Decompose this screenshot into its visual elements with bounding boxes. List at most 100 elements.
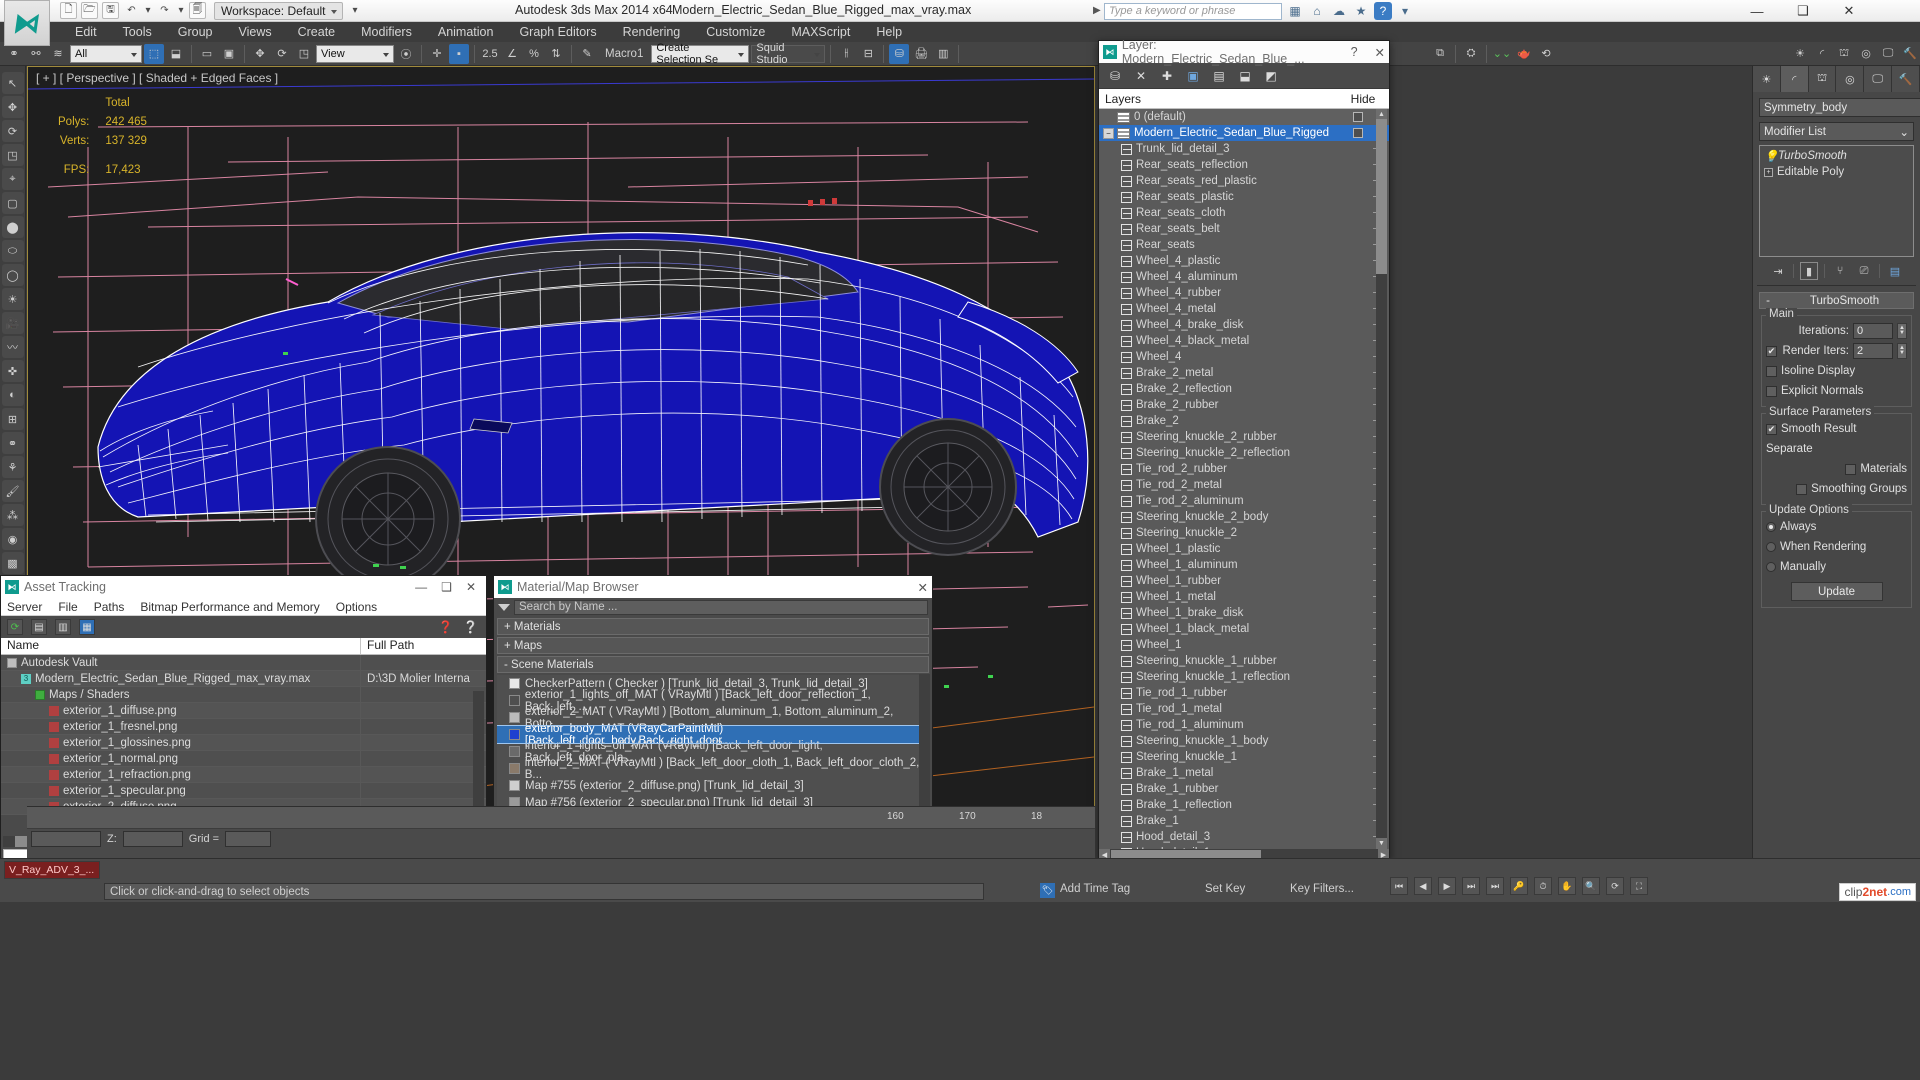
angle-snap-icon[interactable]: ∠ [502, 44, 522, 64]
material-group-header[interactable]: - Scene Materials [497, 656, 929, 673]
scroll-down-icon[interactable]: ▼ [1376, 838, 1387, 849]
material-editor-icon[interactable]: ⛭ [1461, 44, 1481, 64]
maxscript-listener-field[interactable]: V_Ray_ADV_3_... [4, 861, 100, 879]
layer-object-row[interactable]: Wheel_4_aluminum [1099, 269, 1389, 285]
grid-view-icon[interactable]: ▦ [79, 619, 95, 635]
mirror-icon[interactable]: ⫲ [836, 44, 856, 64]
z-axis-field[interactable] [122, 831, 183, 847]
layer-object-row[interactable]: Wheel_4_plastic [1099, 253, 1389, 269]
asset-menu-server[interactable]: Server [7, 600, 42, 614]
render-iterative-icon[interactable]: ⟲ [1536, 44, 1556, 64]
window-crossing-icon[interactable]: ▣ [219, 44, 239, 64]
menu-item-modifiers[interactable]: Modifiers [348, 23, 425, 41]
key-filters-button[interactable]: Key Filters... [1290, 883, 1354, 895]
squid-studio-combo[interactable]: Squid Studio [751, 42, 826, 66]
layer-object-row[interactable]: Wheel_1_rubber [1099, 573, 1389, 589]
layer-object-row[interactable]: Wheel_1_brake_disk [1099, 605, 1389, 621]
asset-table-row[interactable]: exterior_1_diffuse.png [1, 703, 486, 719]
orbit-icon[interactable]: ⟳ [1606, 877, 1624, 895]
align-icon[interactable]: ⊟ [858, 44, 878, 64]
minimize-button[interactable]: — [1734, 0, 1780, 22]
select-child-nodes-icon[interactable]: ⬓ [1237, 68, 1253, 84]
select-and-scale-icon[interactable]: ◳ [294, 44, 314, 64]
keyboard-shortcut-override-icon[interactable]: ▪ [449, 43, 469, 64]
render-iters-input[interactable]: 2 [1853, 343, 1893, 359]
collapse-icon[interactable]: − [1103, 127, 1114, 139]
object-name-input[interactable] [1759, 98, 1920, 117]
exchange-icon[interactable]: ⌂ [1308, 2, 1326, 20]
highlight-selected-icon[interactable]: ▤ [1211, 68, 1227, 84]
asset-menu-file[interactable]: File [58, 600, 77, 614]
asset-col-fullpath[interactable]: Full Path [361, 638, 486, 654]
layer-object-row[interactable]: Brake_2_reflection [1099, 381, 1389, 397]
modifier-stack[interactable]: 💡 TurboSmooth + Editable Poly [1759, 145, 1914, 257]
materials-checkbox[interactable] [1845, 463, 1857, 475]
bone-icon[interactable]: ⚭ [1, 432, 24, 454]
iterations-input[interactable]: 0 [1853, 323, 1893, 339]
remove-modifier-icon[interactable]: ⎚ [1855, 262, 1873, 280]
add-time-tag-label[interactable]: Add Time Tag [1060, 883, 1130, 895]
layer-object-row[interactable]: Tie_rod_2_rubber [1099, 461, 1389, 477]
skin-icon[interactable]: ⚘ [1, 456, 24, 478]
select-objects-icon[interactable]: ▣ [1185, 68, 1201, 84]
selection-filter-combo[interactable]: All [70, 44, 142, 63]
help-icon[interactable]: ? [1374, 2, 1392, 20]
delete-layer-icon[interactable]: ✕ [1133, 68, 1149, 84]
layer-object-row[interactable]: Tie_rod_1_metal [1099, 701, 1389, 717]
menu-item-views[interactable]: Views [225, 23, 284, 41]
asset-menu-bitmap-performance-and-memory[interactable]: Bitmap Performance and Memory [140, 600, 319, 614]
asset-table-row[interactable]: Autodesk Vault [1, 655, 486, 671]
isoline-display-checkbox[interactable] [1766, 365, 1777, 377]
render-setup-icon[interactable]: 🖨 [911, 44, 931, 64]
collapse-icon[interactable]: - [1760, 295, 1776, 307]
smooth-result-checkbox[interactable]: ✔ [1766, 423, 1777, 435]
set-project-folder-icon[interactable]: 🗐 [189, 2, 206, 19]
layer-manager-icon[interactable]: ⛁ [889, 43, 910, 64]
modifier-stack-item-editable-poly[interactable]: + Editable Poly [1762, 164, 1911, 180]
update-button[interactable]: Update [1790, 582, 1883, 601]
spinner-snap-icon[interactable]: ⇅ [546, 44, 566, 64]
add-selection-icon[interactable]: ✚ [1159, 68, 1175, 84]
display-tab[interactable]: 🖵 [1864, 66, 1893, 92]
play-animation-icon[interactable]: ▶ [1438, 877, 1456, 895]
layer-object-row[interactable]: Rear_seats_reflection [1099, 157, 1389, 173]
layer-object-row[interactable]: Tie_rod_2_aluminum [1099, 493, 1389, 509]
render-iters-spinner[interactable]: ▲ ▼ [1897, 343, 1907, 359]
redo-dropdown-icon[interactable]: ▾ [177, 2, 185, 19]
spline-icon[interactable]: 〰 [1, 336, 24, 358]
layer-object-row[interactable]: Wheel_1_aluminum [1099, 557, 1389, 573]
maximize-button[interactable]: ❑ [1780, 0, 1826, 22]
asset-table-row[interactable]: exterior_1_normal.png [1, 751, 486, 767]
hide-checkbox[interactable] [1353, 112, 1363, 122]
display-panel-icon[interactable]: 🖵 [1878, 44, 1898, 64]
undo-dropdown-icon[interactable]: ▾ [144, 2, 152, 19]
asset-table-row[interactable]: exterior_1_fresnel.png [1, 719, 486, 735]
torus-primitive-icon[interactable]: ◯ [1, 264, 24, 286]
render-preset-icon[interactable]: ▩ [1, 552, 24, 574]
plus-box-icon[interactable]: + [1764, 167, 1773, 177]
render-iters-checkbox[interactable]: ✔ [1766, 345, 1777, 357]
select-object-icon[interactable]: ⬚ [144, 43, 164, 64]
layer-object-row[interactable]: Hood_detail_3 [1099, 829, 1389, 845]
menu-item-rendering[interactable]: Rendering [610, 23, 694, 41]
go-to-end-icon[interactable]: ⏭ [1486, 877, 1504, 895]
render-frame-window-icon[interactable]: ▥ [933, 44, 953, 64]
layer-object-row[interactable]: Wheel_4 [1099, 349, 1389, 365]
layer-object-row[interactable]: Steering_knuckle_2_body [1099, 509, 1389, 525]
box-primitive-icon[interactable]: ▢ [1, 192, 24, 214]
sign-in-icon[interactable]: ☁ [1330, 2, 1348, 20]
layer-object-row[interactable]: Wheel_1 [1099, 637, 1389, 653]
menu-item-create[interactable]: Create [285, 23, 349, 41]
select-and-rotate-icon[interactable]: ⟳ [272, 44, 292, 64]
cylinder-primitive-icon[interactable]: ⬭ [1, 240, 24, 262]
material-search-input[interactable]: Search by Name ... [514, 599, 928, 615]
help-icon[interactable]: ❓ [438, 620, 453, 634]
frame-field[interactable] [31, 831, 101, 847]
bind-space-warp-icon[interactable]: ≋ [48, 44, 68, 64]
turbosmooth-rollout-header[interactable]: - TurboSmooth [1759, 292, 1914, 309]
layer-object-row[interactable]: Trunk_lid_detail_3 [1099, 141, 1389, 157]
render-active-view-icon[interactable]: ☀ [1790, 44, 1810, 64]
schematic-view-icon[interactable]: ⧉ [1430, 44, 1450, 64]
zoom-view-icon[interactable]: 🔍 [1582, 877, 1600, 895]
select-by-name-icon[interactable]: ⬓ [166, 44, 186, 64]
